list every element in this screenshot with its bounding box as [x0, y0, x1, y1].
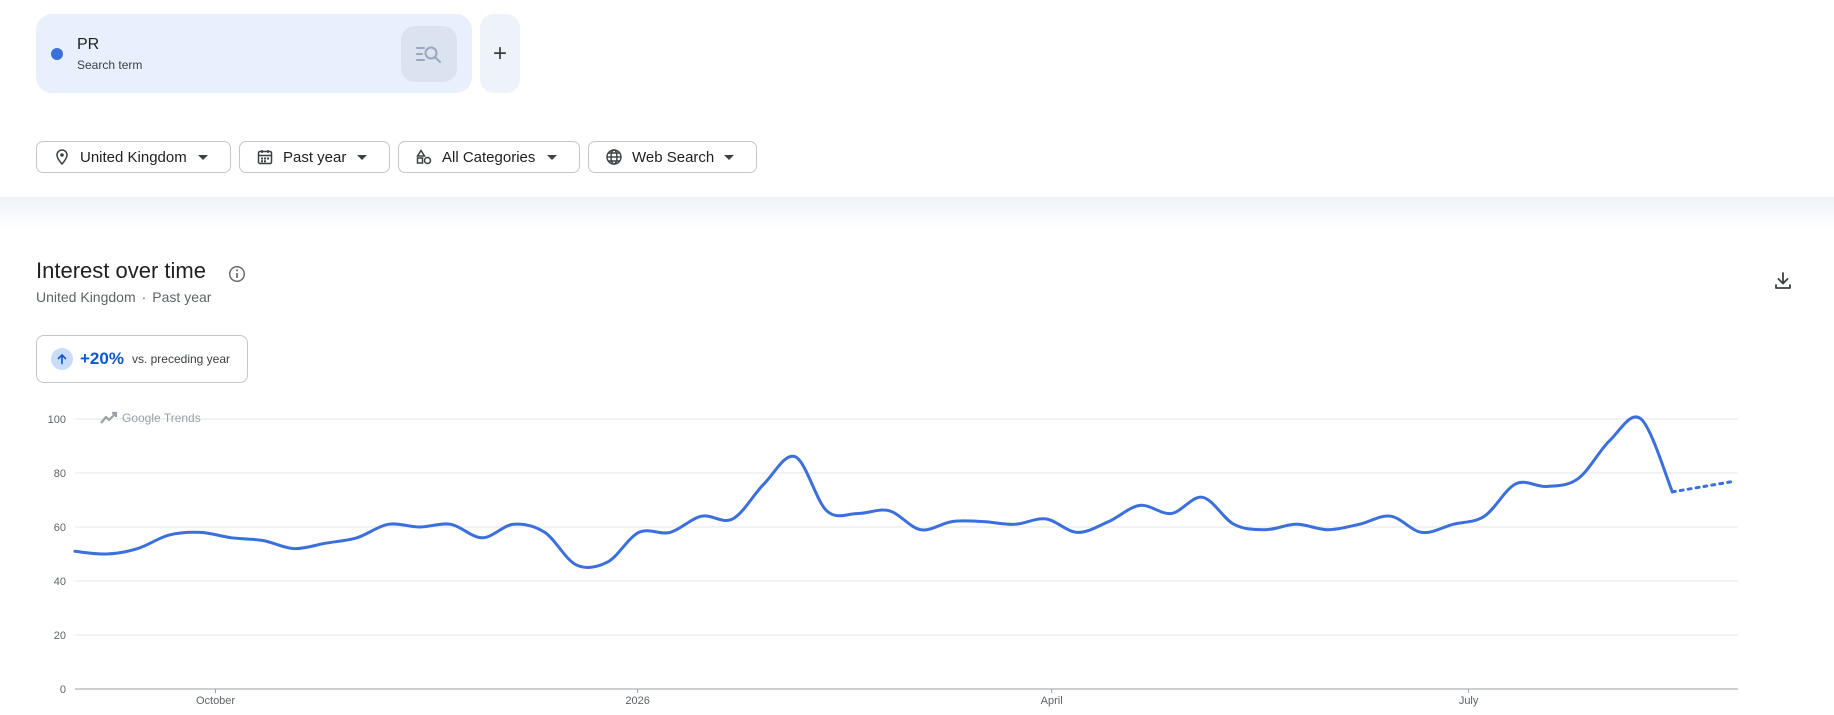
category-filter-label: All Categories: [442, 148, 536, 166]
section-divider: [0, 197, 1834, 229]
search-term-name: PR: [77, 36, 100, 53]
calendar-icon: [256, 148, 274, 166]
term-color-dot: [51, 48, 63, 60]
search-list-icon: [416, 46, 441, 63]
chevron-down-icon: [198, 154, 208, 160]
y-tick-label: 20: [54, 630, 66, 642]
y-tick-label: 40: [54, 576, 66, 588]
search-term-subtitle: Search term: [77, 58, 143, 72]
subtitle-location: United Kingdom: [36, 289, 136, 305]
download-icon[interactable]: [1772, 270, 1794, 292]
chevron-down-icon: [547, 154, 557, 160]
search-term-card[interactable]: PR Search term: [36, 14, 472, 93]
chevron-down-icon: [357, 154, 367, 160]
x-tick-label: October: [196, 695, 235, 707]
x-tick-label: April: [1041, 695, 1063, 707]
location-pin-icon: [53, 148, 71, 166]
categories-icon: [415, 148, 433, 166]
interest-chart: 100 80 60 40 20 0 October 2026 April July: [48, 414, 1738, 707]
y-tick-label: 80: [54, 468, 66, 480]
change-value: +20%: [80, 349, 124, 368]
chevron-down-icon: [724, 154, 734, 160]
trends-icon: [100, 411, 118, 424]
plus-icon: +: [492, 39, 507, 67]
search-type-filter-label: Web Search: [632, 148, 715, 166]
y-tick-label: 100: [48, 414, 66, 426]
location-filter-label: United Kingdom: [80, 148, 187, 166]
watermark-label: Google Trends: [122, 411, 201, 425]
change-label: vs. preceding year: [131, 352, 231, 366]
y-tick-label: 0: [60, 684, 66, 696]
partial-data-line: [1670, 479, 1737, 494]
change-stat-card: +20% vs. preceding year: [36, 335, 248, 383]
time-range-filter-label: Past year: [283, 148, 347, 166]
x-tick-label: 2026: [625, 695, 649, 707]
section-title: Interest over time: [36, 258, 206, 283]
google-trends-watermark: Google Trends: [100, 411, 201, 425]
add-comparison-button[interactable]: +: [480, 14, 520, 93]
x-tick-label: July: [1459, 695, 1479, 707]
arrow-up-icon: [51, 348, 73, 370]
info-icon[interactable]: [228, 265, 246, 283]
time-range-filter[interactable]: Past year: [239, 141, 390, 173]
series-line: [73, 415, 1674, 570]
subtitle-period: Past year: [152, 289, 212, 305]
location-filter[interactable]: United Kingdom: [36, 141, 231, 173]
y-tick-label: 60: [54, 522, 66, 534]
subtitle-separator: ·: [141, 289, 147, 305]
section-subtitle: United Kingdom · Past year: [36, 289, 211, 305]
search-type-filter[interactable]: Web Search: [588, 141, 757, 173]
search-list-button[interactable]: [401, 26, 457, 82]
globe-icon: [605, 148, 623, 166]
category-filter[interactable]: All Categories: [398, 141, 580, 173]
